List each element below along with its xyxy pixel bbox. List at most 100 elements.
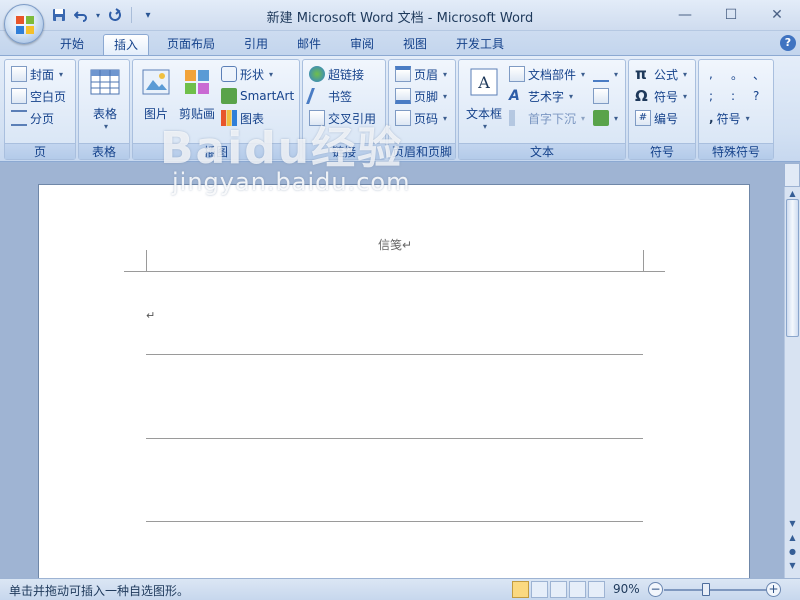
zoom-out-icon[interactable]: − — [648, 582, 663, 597]
smartart-button[interactable]: SmartArt — [221, 86, 294, 106]
symbol-button[interactable]: Ω 符号 ▾ — [635, 86, 687, 106]
special-char-1[interactable]: , — [709, 64, 723, 84]
tab-home[interactable]: 开始 — [50, 34, 94, 55]
special-char-5[interactable]: : — [731, 86, 745, 106]
wordart-button[interactable]: A 艺术字 ▾ — [509, 86, 573, 106]
chart-icon — [221, 110, 237, 126]
hyperlink-button[interactable]: 超链接 — [309, 64, 364, 84]
group-text: A 文本框 ▾ 文档部件 ▾ A 艺术字 ▾ 首字下沉 ▾ ▾ ▾ 文本 — [458, 59, 626, 160]
vertical-scrollbar[interactable]: ▲ ▼ ▲ ● ▼ — [784, 187, 800, 578]
header-margin-left — [146, 250, 147, 272]
footer-button[interactable]: 页脚 ▾ — [395, 86, 447, 106]
group-label-links: 链接 — [303, 143, 385, 159]
tab-page-layout[interactable]: 页面布局 — [158, 34, 224, 55]
next-page-icon[interactable]: ▼ — [787, 559, 798, 573]
zoom-in-icon[interactable]: + — [766, 582, 781, 597]
cross-reference-button[interactable]: 交叉引用 — [309, 108, 376, 128]
tab-references[interactable]: 引用 — [234, 34, 278, 55]
cover-page-button[interactable]: 封面 ▾ — [11, 64, 63, 84]
tab-insert[interactable]: 插入 — [103, 34, 149, 55]
document-page[interactable]: 信笺↵ ↵ — [38, 184, 750, 584]
page-number-icon — [395, 110, 411, 126]
title-bar: ▾ ▾ 新建 Microsoft Word 文档 - Microsoft Wor… — [0, 0, 800, 31]
tab-developer[interactable]: 开发工具 — [446, 34, 514, 55]
object-icon — [593, 110, 609, 126]
shapes-button[interactable]: 形状 ▾ — [221, 64, 273, 84]
outline-view-icon[interactable] — [569, 581, 586, 598]
signature-line-icon — [593, 66, 609, 82]
web-layout-view-icon[interactable] — [550, 581, 567, 598]
special-char-2[interactable]: 。 — [731, 64, 745, 84]
zoom-slider-thumb[interactable] — [702, 583, 710, 596]
full-screen-reading-view-icon[interactable] — [531, 581, 548, 598]
scroll-down-icon[interactable]: ▼ — [787, 517, 798, 531]
page-number-button[interactable]: 页码 ▾ — [395, 108, 447, 128]
maximize-button[interactable]: ☐ — [708, 0, 754, 30]
clipart-icon — [185, 70, 209, 94]
blank-page-button[interactable]: 空白页 — [11, 86, 66, 106]
clipart-button[interactable]: 剪贴画 — [177, 66, 217, 122]
picture-icon — [142, 69, 170, 95]
header-divider-line — [124, 271, 665, 272]
cross-reference-icon — [309, 110, 325, 126]
special-char-6[interactable]: ? — [753, 86, 767, 106]
office-logo-icon — [16, 16, 34, 34]
page-break-button[interactable]: 分页 — [11, 108, 54, 128]
wordart-icon: A — [509, 88, 520, 104]
paragraph-mark[interactable]: ↵ — [146, 309, 155, 322]
special-char-3[interactable]: 、 — [753, 64, 767, 84]
date-time-icon — [593, 88, 609, 104]
date-time-button[interactable] — [593, 86, 609, 106]
header-icon — [395, 66, 411, 82]
textbox-icon: A — [470, 68, 498, 96]
hyperlink-icon — [309, 66, 325, 82]
drop-cap-button[interactable]: 首字下沉 ▾ — [509, 108, 585, 128]
help-icon[interactable]: ? — [780, 35, 796, 51]
zoom-level[interactable]: 90% — [613, 582, 640, 596]
previous-page-icon[interactable]: ▲ — [787, 531, 798, 545]
table-icon — [90, 69, 120, 95]
group-label-tables: 表格 — [79, 143, 129, 159]
group-label-special-symbols: 特殊符号 — [699, 143, 773, 159]
window-controls: — ☐ ✕ — [662, 0, 800, 30]
letter-line[interactable] — [146, 438, 643, 439]
print-layout-view-icon[interactable] — [512, 581, 529, 598]
letter-line[interactable] — [146, 521, 643, 522]
signature-line-button[interactable]: ▾ — [593, 64, 618, 84]
tab-view[interactable]: 视图 — [393, 34, 437, 55]
header-margin-right — [643, 250, 644, 272]
scroll-thumb[interactable] — [786, 199, 799, 337]
tab-review[interactable]: 审阅 — [340, 34, 384, 55]
pi-icon: π — [635, 65, 647, 83]
letter-line[interactable] — [146, 354, 643, 355]
smartart-icon — [221, 88, 237, 104]
group-label-text: 文本 — [459, 143, 625, 159]
drop-cap-icon — [509, 110, 525, 126]
browse-object-icon[interactable]: ● — [787, 545, 798, 559]
quick-parts-button[interactable]: 文档部件 ▾ — [509, 64, 585, 84]
group-symbols: π 公式 ▾ Ω 符号 ▾ # 编号 符号 — [628, 59, 696, 160]
special-char-4[interactable]: ; — [709, 86, 723, 106]
chart-button[interactable]: 图表 — [221, 108, 264, 128]
special-symbol-button[interactable]: , 符号 ▾ — [709, 108, 750, 128]
status-message: 单击并拖动可插入一种自选图形。 — [9, 584, 190, 598]
table-button[interactable]: 表格 ▾ — [85, 66, 125, 131]
object-button[interactable]: ▾ — [593, 108, 618, 128]
group-links: 超链接 书签 交叉引用 链接 — [302, 59, 386, 160]
draft-view-icon[interactable] — [588, 581, 605, 598]
bookmark-button[interactable]: 书签 — [306, 86, 352, 106]
blank-page-icon — [11, 88, 27, 104]
equation-button[interactable]: π 公式 ▾ — [635, 64, 687, 84]
textbox-button[interactable]: A 文本框 ▾ — [463, 66, 505, 131]
header-button[interactable]: 页眉 ▾ — [395, 64, 447, 84]
office-button[interactable] — [4, 4, 44, 44]
close-button[interactable]: ✕ — [754, 0, 800, 30]
group-header-footer: 页眉 ▾ 页脚 ▾ 页码 ▾ 页眉和页脚 — [388, 59, 456, 160]
minimize-button[interactable]: — — [662, 0, 708, 30]
view-ruler-icon[interactable] — [784, 163, 800, 187]
numbering-button[interactable]: # 编号 — [635, 108, 678, 128]
ribbon: 封面 ▾ 空白页 分页 页 表格 ▾ 表格 图片 剪贴画 形状 ▾ SmartA… — [0, 55, 800, 162]
picture-button[interactable]: 图片 — [137, 66, 175, 122]
zoom-slider-track[interactable] — [664, 589, 768, 591]
tab-mailings[interactable]: 邮件 — [287, 34, 331, 55]
